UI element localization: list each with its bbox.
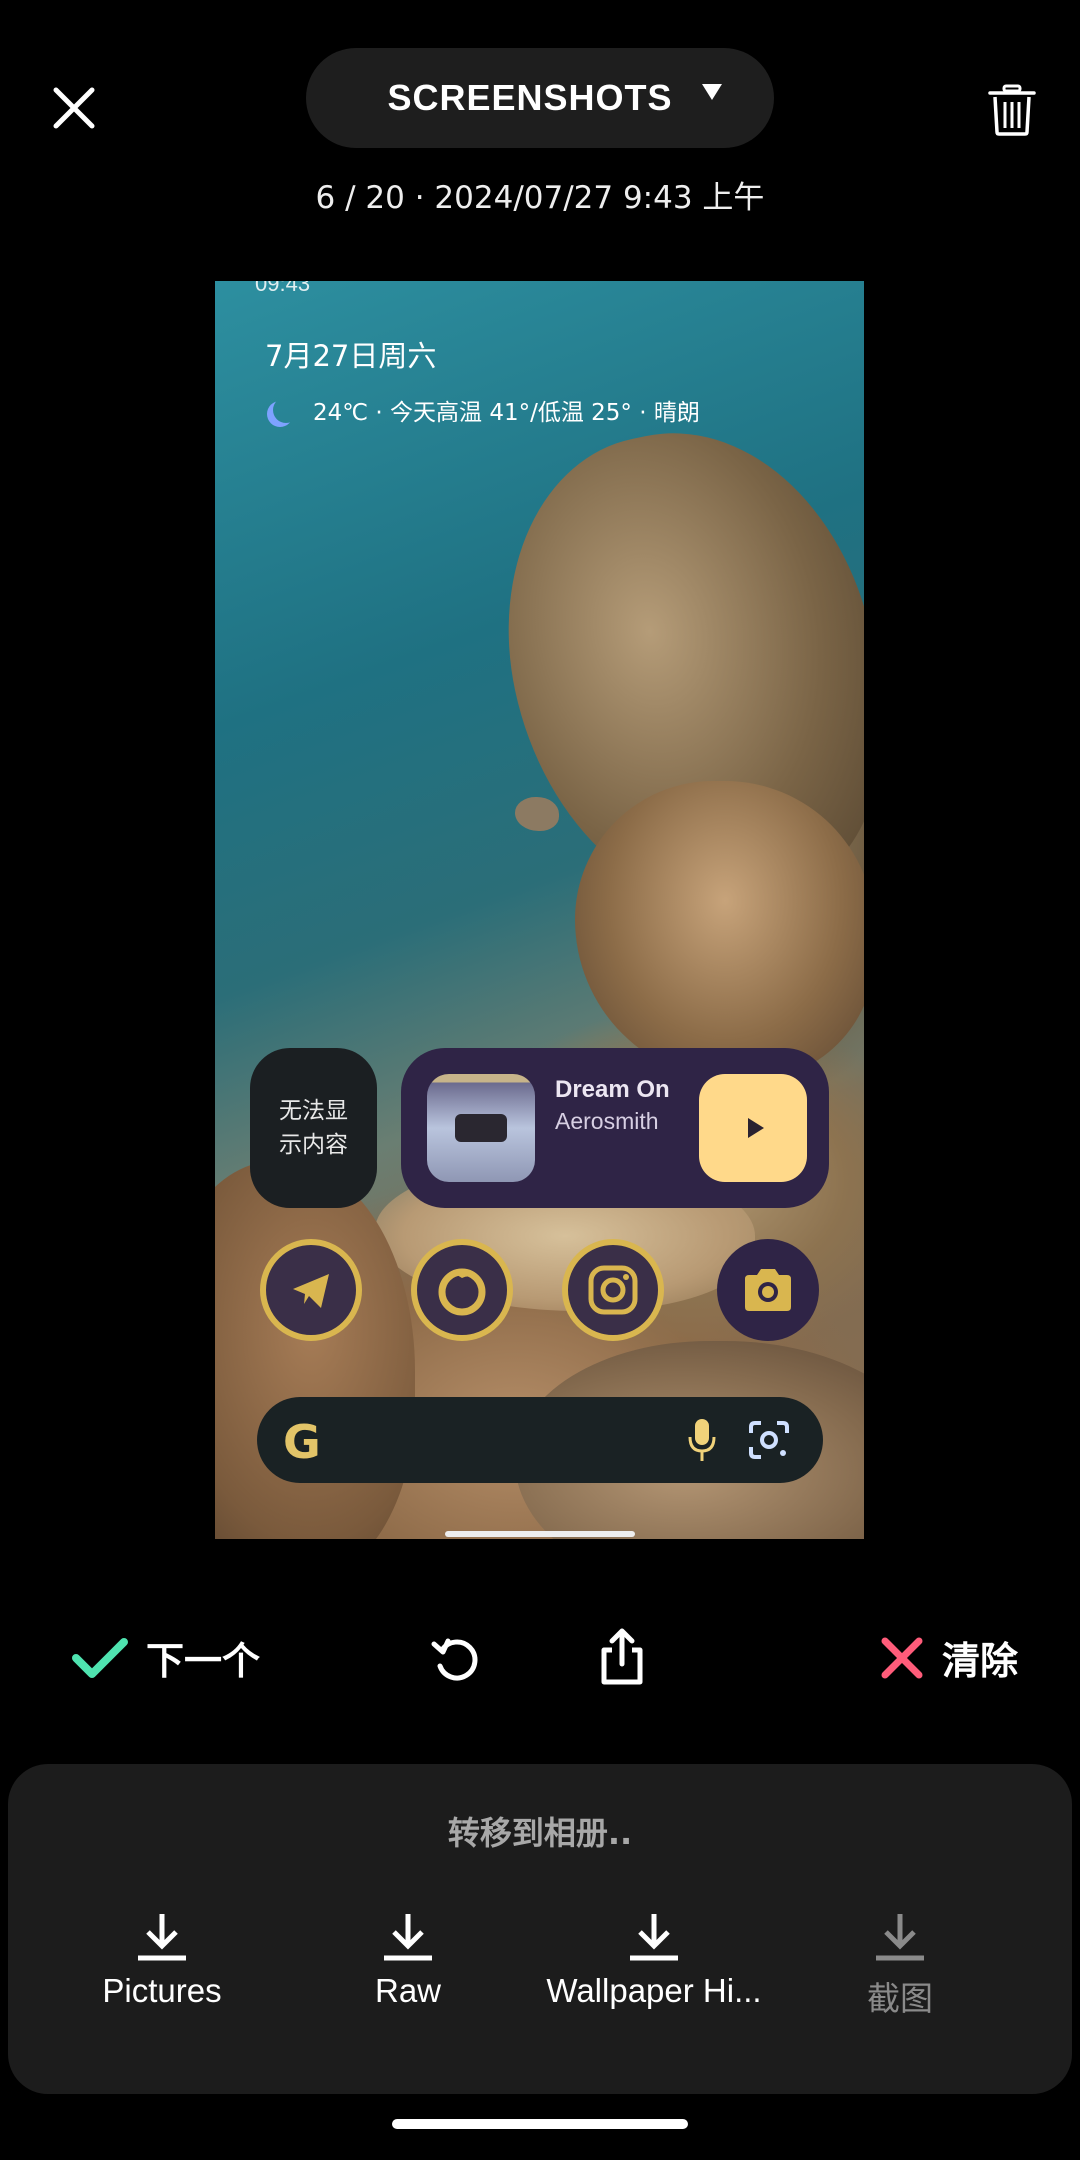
- rotate-button[interactable]: [428, 1632, 484, 1688]
- destination-pictures[interactable]: Pictures: [42, 1912, 282, 2010]
- screenshot-preview[interactable]: 09:43 7月27日周六 24℃ · 今天高温 41°/低温 25° · 晴朗…: [215, 281, 864, 1539]
- song-artist: Aerosmith: [555, 1108, 659, 1134]
- rotate-icon: [431, 1638, 478, 1681]
- destination-wallpaper[interactable]: Wallpaper Hi...: [534, 1912, 774, 2010]
- destination-label: Raw: [374, 1972, 442, 2009]
- album-selector[interactable]: SCREENSHOTS: [306, 48, 774, 148]
- unavailable-widget-text: 无法显示内容: [279, 1098, 348, 1158]
- firefox-icon: [411, 1239, 513, 1341]
- song-title: Dream On: [555, 1076, 670, 1103]
- instagram-icon: [562, 1239, 664, 1341]
- home-date: 7月27日周六: [265, 339, 437, 373]
- unavailable-widget: 无法显示内容: [250, 1048, 377, 1208]
- album-title: SCREENSHOTS: [387, 77, 673, 118]
- close-button[interactable]: [46, 80, 102, 136]
- home-weather: 24℃ · 今天高温 41°/低温 25° · 晴朗: [265, 393, 700, 427]
- mic-icon: [688, 1419, 716, 1461]
- play-button: [699, 1074, 807, 1182]
- trash-icon: [988, 84, 1036, 136]
- preview-nav-handle: [445, 1531, 635, 1537]
- music-widget: Dream On Aerosmith: [401, 1048, 829, 1208]
- checkmark-icon: [72, 1637, 128, 1678]
- x-icon: [881, 1637, 923, 1678]
- share-icon: [601, 1628, 643, 1685]
- share-button[interactable]: [594, 1628, 650, 1688]
- google-search-bar: G: [257, 1397, 823, 1483]
- sheet-title: 转移到相册..: [447, 1814, 633, 1852]
- position-and-timestamp: 6 / 20 · 2024/07/27 9:43 上午: [315, 180, 765, 216]
- clear-button[interactable]: 清除: [880, 1630, 1018, 1685]
- download-icon: [630, 1914, 678, 1961]
- download-icon: [384, 1914, 432, 1961]
- camera-icon: [717, 1239, 819, 1341]
- weather-text: 24℃ · 今天高温 41°/低温 25° · 晴朗: [313, 400, 700, 426]
- status-bar-time: 09:43: [255, 281, 311, 296]
- close-icon: [53, 87, 95, 129]
- destination-label: Wallpaper Hi...: [546, 1972, 762, 2009]
- play-icon: [748, 1118, 764, 1138]
- google-logo: G: [283, 1415, 321, 1469]
- wallpaper-cliff: [575, 781, 864, 1081]
- home-indicator[interactable]: [392, 2119, 688, 2129]
- download-icon: [138, 1914, 186, 1961]
- next-label: 下一个: [146, 1639, 261, 1683]
- trash-button[interactable]: [988, 84, 1036, 136]
- destination-raw[interactable]: Raw: [288, 1912, 528, 2010]
- next-button[interactable]: 下一个: [72, 1630, 260, 1685]
- telegram-icon: [260, 1239, 362, 1341]
- wallpaper-rock: [515, 797, 559, 831]
- move-to-album-sheet: 转移到相册.. Pictures Raw Wallpaper Hi... 截图: [8, 1764, 1072, 2094]
- download-icon: [876, 1914, 924, 1961]
- destination-screenshots: 截图: [780, 1912, 1020, 2020]
- moon-icon: [273, 397, 299, 423]
- lens-icon: [749, 1421, 789, 1459]
- caret-down-icon: [702, 84, 722, 100]
- destination-label: 截图: [867, 1979, 933, 2018]
- destination-label: Pictures: [102, 1972, 222, 2009]
- clear-label: 清除: [942, 1639, 1019, 1683]
- album-art: [427, 1074, 535, 1182]
